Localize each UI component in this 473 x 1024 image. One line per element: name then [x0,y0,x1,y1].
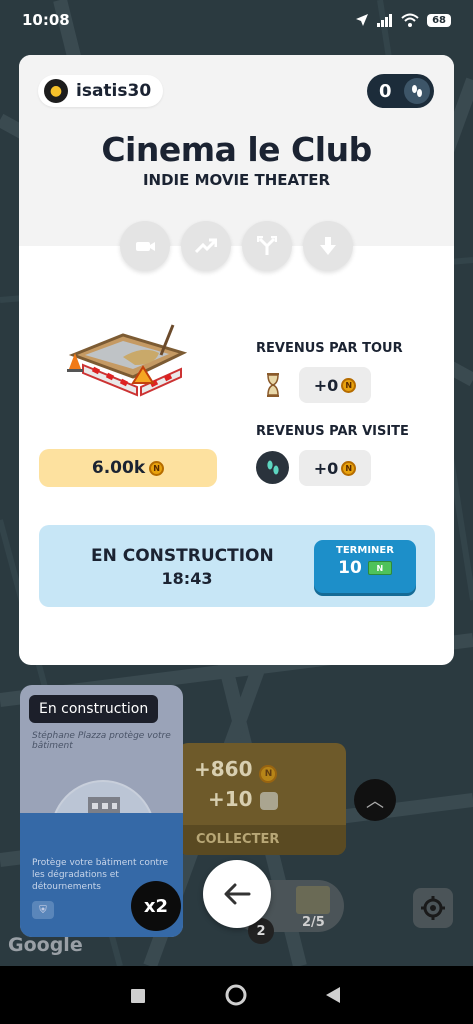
status-bar: 10:08 68 [0,0,473,40]
wifi-icon [401,13,419,27]
trend-button[interactable] [181,221,231,271]
revenue-per-visit-label: REVENUS PAR VISITE [256,424,409,439]
footprints-icon [404,78,430,104]
action-buttons [120,221,353,271]
construction-title: EN CONSTRUCTION [91,546,274,566]
revenue-per-turn: +0 N [299,367,371,403]
coin-icon: N [341,460,357,476]
revenue-per-visit-value: +0 [313,458,339,478]
duck-avatar-icon: ● [44,79,68,103]
sell-button[interactable] [303,221,353,271]
google-logo: Google [8,934,83,956]
building-card: ● isatis30 0 Cinema le Club INDIE MOVIE … [19,55,454,665]
back-nav-button[interactable] [326,987,340,1007]
construction-tag: En construction [29,695,159,723]
dice-icon [259,791,278,810]
construction-panel: EN CONSTRUCTION 18:43 TERMINER 10 N [39,525,435,607]
building-title: Cinema le Club [101,130,372,169]
revenue-per-turn-label: REVENUS PAR TOUR [256,341,403,356]
panel-small-text: Stéphane Plazza protège votre bâtiment [32,731,171,751]
finish-price: 10 N [314,558,416,578]
home-button[interactable] [225,984,247,1010]
collect-coins-value: +860 [194,757,253,781]
coin-icon: N [341,377,357,393]
arrow-left-icon [224,883,251,905]
multiplier-badge[interactable]: x2 [131,881,181,931]
finish-label: TERMINER [336,545,394,556]
revenue-per-visit: +0 N [299,450,371,486]
collect-card[interactable]: +860 N +10 COLLECTER [178,743,346,855]
back-button[interactable] [203,860,271,928]
locate-button[interactable] [413,888,453,928]
collect-button[interactable]: COLLECTER [178,825,346,855]
building-type: INDIE MOVIE THEATER [142,171,331,189]
system-nav-bar [0,966,473,1024]
visits-pill[interactable]: 0 [367,74,434,108]
coin-icon: N [259,765,278,783]
square-icon [131,989,145,1003]
hourglass-icon [256,368,289,401]
construction-timer: 18:43 [161,569,213,588]
status-icons: 68 [355,13,451,27]
revenue-per-turn-value: +0 [313,375,339,395]
owner-username: isatis30 [76,81,152,101]
collect-dice-value: +10 [208,787,253,811]
shield-icon: ⛨ [32,901,54,919]
construction-site-image [67,324,188,397]
signal-icon [377,14,393,27]
recents-button[interactable] [131,988,145,1007]
coin-icon: N [149,460,165,476]
finish-button[interactable]: TERMINER 10 N [314,540,416,593]
collect-dice-row: +10 [208,787,278,811]
banknote-icon: N [367,561,392,575]
circle-icon [225,984,247,1006]
building-price: 6.00k N [39,449,217,487]
finish-price-value: 10 [338,558,362,578]
split-arrows-icon [257,236,277,255]
battery-level: 68 [427,13,451,27]
camera-icon [136,242,155,251]
crosshair-icon [421,896,445,920]
owner-pill[interactable]: ● isatis30 [38,75,164,107]
camera-button[interactable] [120,221,170,271]
split-button[interactable] [242,221,292,271]
triangle-back-icon [326,987,340,1003]
arrow-down-icon [320,237,336,255]
price-value: 6.00k [91,458,146,478]
chevron-up-icon[interactable]: ︿ [354,779,396,821]
visits-count: 0 [379,80,392,102]
dock-count: 2/5 [302,915,325,930]
status-time: 10:08 [22,11,70,29]
trend-up-icon [195,238,217,254]
collect-coins-row: +860 N [194,757,278,783]
location-icon [356,14,369,26]
footprints-icon [256,451,289,484]
house-icon [296,886,330,914]
